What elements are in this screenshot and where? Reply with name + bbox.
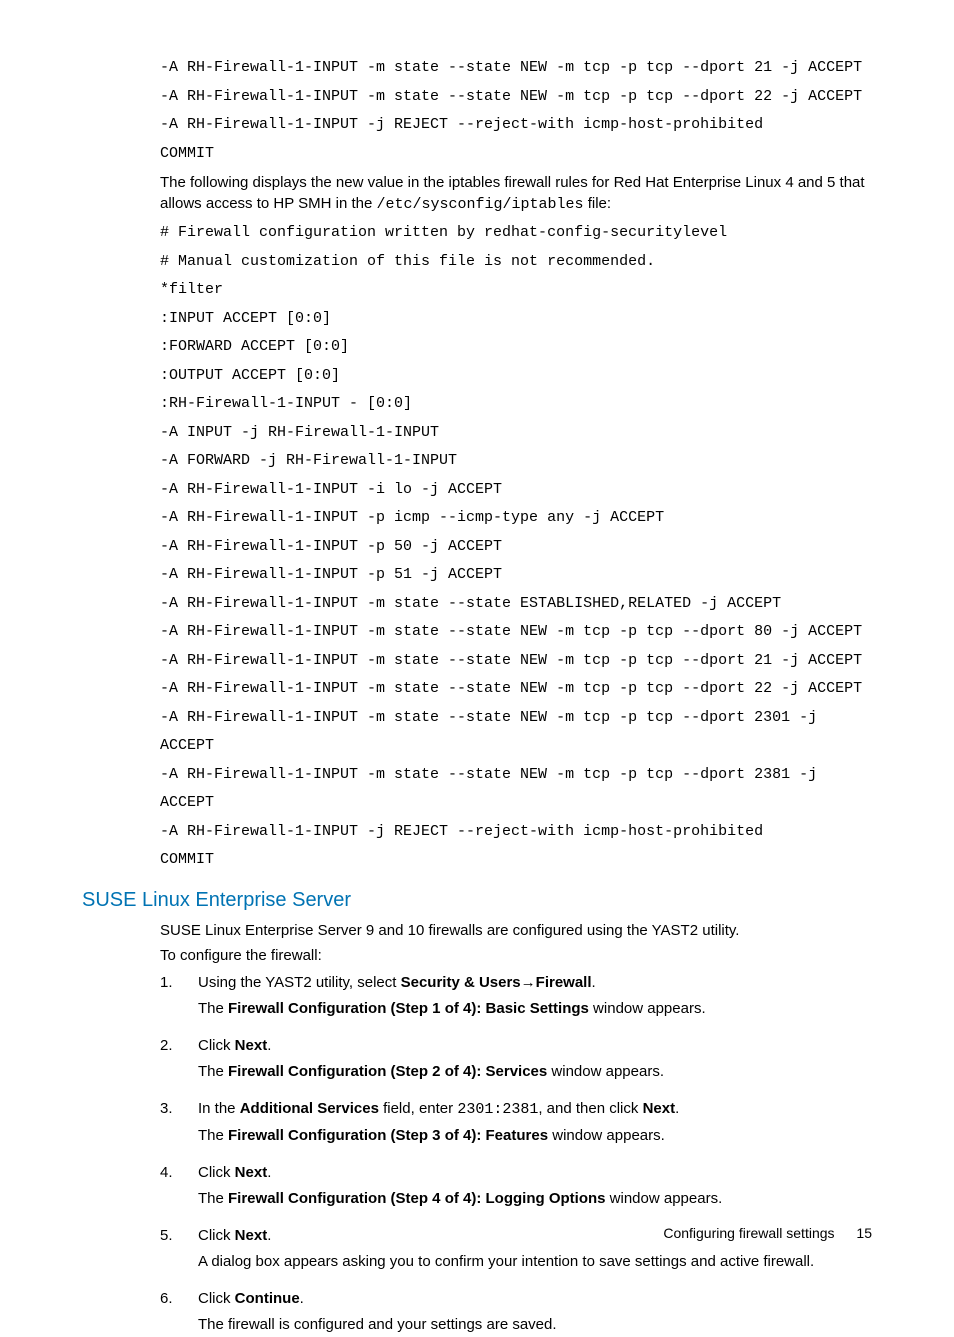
text: Click (198, 1227, 235, 1244)
paragraph-intro-2: The following displays the new value in … (160, 172, 872, 215)
bold-text: Security & Users (401, 974, 521, 991)
step-3: In the Additional Services field, enter … (160, 1098, 872, 1148)
bold-text: Additional Services (240, 1100, 379, 1117)
arrow-icon: → (521, 974, 536, 991)
text: Click (198, 1037, 235, 1054)
page-footer: Configuring firewall settings 15 (663, 1225, 872, 1241)
page-number: 15 (856, 1225, 872, 1241)
bold-text: Continue (235, 1290, 300, 1307)
step-2: Click Next. The Firewall Configuration (… (160, 1035, 872, 1084)
text: Click (198, 1290, 235, 1307)
text: window appears. (589, 1000, 706, 1017)
text: Click (198, 1164, 235, 1181)
step-6: Click Continue. The firewall is configur… (160, 1288, 872, 1337)
bold-text: Firewall Configuration (Step 2 of 4): Se… (228, 1063, 547, 1080)
text: . (267, 1227, 271, 1244)
bold-text: Next (235, 1227, 268, 1244)
step-sub: A dialog box appears asking you to confi… (198, 1251, 872, 1274)
step-sub: The Firewall Configuration (Step 1 of 4)… (198, 998, 872, 1021)
bold-text: Firewall Configuration (Step 4 of 4): Lo… (228, 1190, 605, 1207)
text: . (267, 1037, 271, 1054)
text: The (198, 1190, 228, 1207)
text: . (300, 1290, 304, 1307)
step-sub: The Firewall Configuration (Step 3 of 4)… (198, 1125, 872, 1148)
steps-list: Using the YAST2 utility, select Security… (160, 972, 872, 1337)
text: window appears. (548, 1127, 665, 1144)
text: , and then click (538, 1100, 642, 1117)
heading-suse: SUSE Linux Enterprise Server (82, 889, 872, 912)
inline-code-path: /etc/sysconfig/iptables (376, 196, 583, 213)
step-sub: The Firewall Configuration (Step 4 of 4)… (198, 1188, 872, 1211)
bold-text: Firewall Configuration (Step 1 of 4): Ba… (228, 1000, 589, 1017)
paragraph-suse-1: SUSE Linux Enterprise Server 9 and 10 fi… (160, 920, 872, 941)
text: . (675, 1100, 679, 1117)
step-sub: The firewall is configured and your sett… (198, 1314, 872, 1337)
text: The (198, 1127, 228, 1144)
text: . (592, 974, 596, 991)
code-block-2: # Firewall configuration written by redh… (160, 219, 872, 875)
text: The (198, 1000, 228, 1017)
text: window appears. (606, 1190, 723, 1207)
text: In the (198, 1100, 240, 1117)
bold-text: Next (643, 1100, 676, 1117)
bold-text: Next (235, 1037, 268, 1054)
step-1: Using the YAST2 utility, select Security… (160, 972, 872, 1021)
text: . (267, 1164, 271, 1181)
bold-text: Firewall Configuration (Step 3 of 4): Fe… (228, 1127, 548, 1144)
text: Using the YAST2 utility, select (198, 974, 401, 991)
paragraph-suse-2: To configure the firewall: (160, 945, 872, 966)
step-4: Click Next. The Firewall Configuration (… (160, 1162, 872, 1211)
code-block-1: -A RH-Firewall-1-INPUT -m state --state … (160, 54, 872, 168)
text: file: (584, 195, 612, 212)
inline-code-ports: 2301:2381 (457, 1101, 538, 1118)
bold-text: Firewall (536, 974, 592, 991)
step-sub: The Firewall Configuration (Step 2 of 4)… (198, 1061, 872, 1084)
text: window appears. (547, 1063, 664, 1080)
text: The (198, 1063, 228, 1080)
text: field, enter (379, 1100, 457, 1117)
bold-text: Next (235, 1164, 268, 1181)
footer-title: Configuring firewall settings (663, 1225, 834, 1241)
